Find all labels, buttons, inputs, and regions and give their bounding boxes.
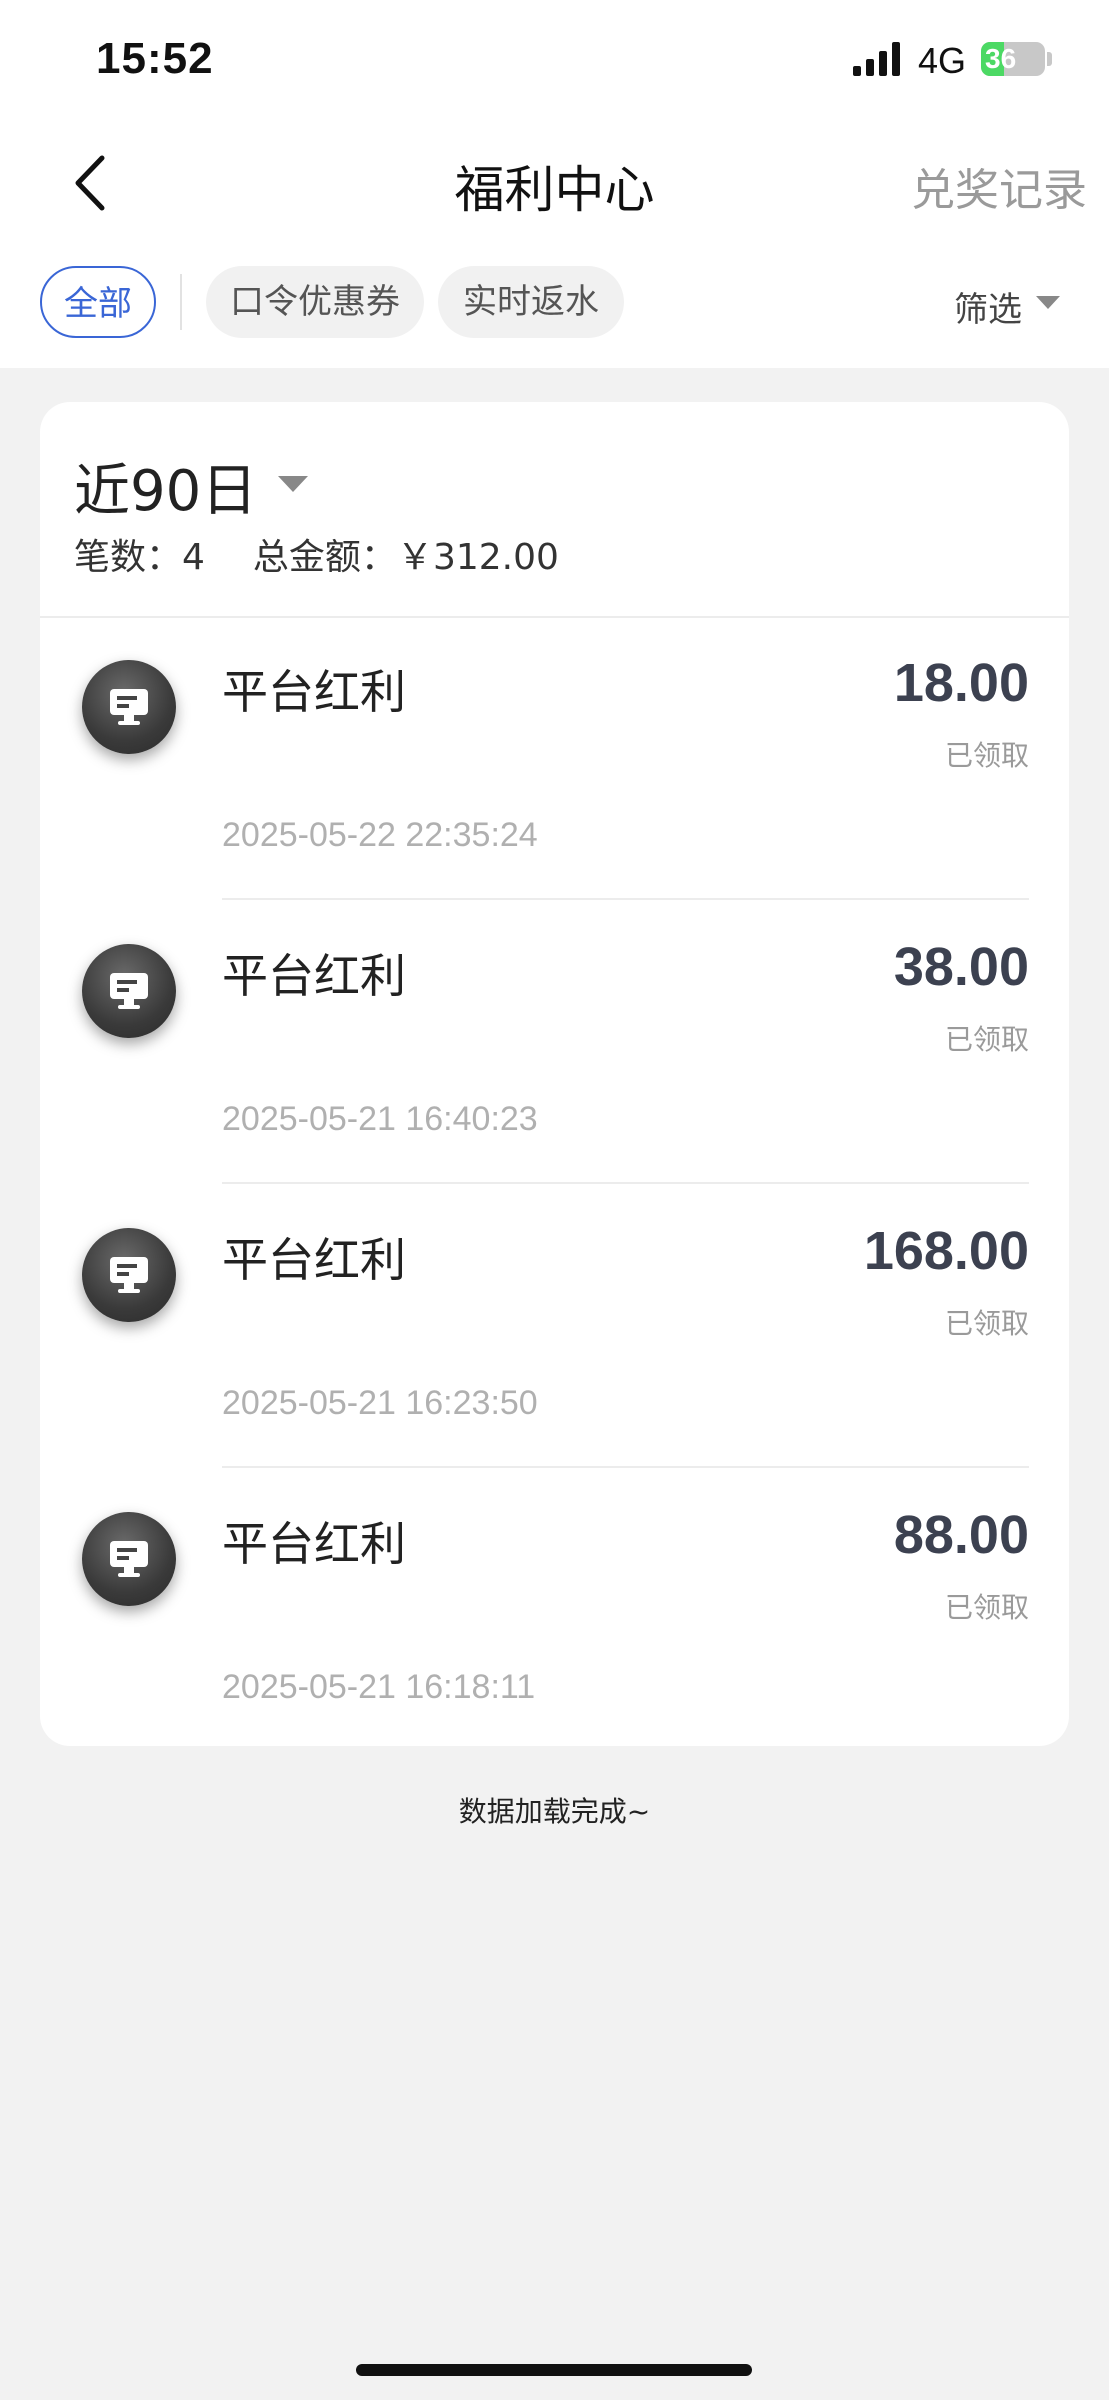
battery-icon: 36 [981, 42, 1045, 76]
battery-level: 36 [985, 43, 1017, 74]
records-card: 近90日 笔数：4 总金额：￥312.00 平台红利 18.00 已领取 2025… [40, 402, 1069, 1746]
list-item[interactable]: 平台红利 18.00 已领取 2025-05-22 22:35:24 [40, 616, 1069, 900]
status-bar: 15:52 4G 36 [0, 0, 1109, 120]
caret-down-icon[interactable] [278, 476, 308, 494]
total-label: 总金额： [252, 537, 397, 578]
signal-icon [853, 42, 900, 76]
monitor-icon [82, 660, 176, 754]
caret-down-icon[interactable] [1036, 296, 1060, 310]
record-amount: 38.00 [893, 937, 1029, 997]
monitor-icon [82, 1512, 176, 1606]
count-value: 4 [182, 537, 205, 578]
count-label: 笔数： [74, 537, 183, 578]
load-complete-text: 数据加载完成~ [458, 1795, 651, 1828]
list-item[interactable]: 平台红利 38.00 已领取 2025-05-21 16:40:23 [40, 900, 1069, 1184]
redeem-record-link[interactable]: 兑奖记录 [911, 154, 1087, 218]
filter-bar: 全部 口令优惠券 实时返水 筛选 [0, 240, 1109, 368]
tab-code-coupon[interactable]: 口令优惠券 [206, 266, 424, 338]
record-status: 已领取 [944, 739, 1029, 772]
monitor-icon [82, 1228, 176, 1322]
list-item[interactable]: 平台红利 88.00 已领取 2025-05-21 16:18:11 [40, 1468, 1069, 1746]
home-indicator[interactable] [356, 2364, 752, 2376]
nav-bar: 福利中心 兑奖记录 [0, 120, 1109, 240]
tab-all[interactable]: 全部 [40, 266, 156, 338]
filter-button[interactable]: 筛选 [954, 282, 1022, 331]
record-time: 2025-05-21 16:40:23 [222, 1100, 538, 1138]
record-title: 平台红利 [222, 1517, 406, 1571]
record-status: 已领取 [944, 1591, 1029, 1624]
record-status: 已领取 [944, 1023, 1029, 1056]
record-time: 2025-05-22 22:35:24 [222, 816, 538, 854]
list-item[interactable]: 平台红利 168.00 已领取 2025-05-21 16:23:50 [40, 1184, 1069, 1468]
record-amount: 18.00 [893, 653, 1029, 713]
summary-stats: 笔数：4 总金额：￥312.00 [74, 528, 559, 580]
tab-realtime-rebate[interactable]: 实时返水 [438, 266, 624, 338]
period-selector[interactable]: 近90日 [74, 446, 257, 527]
record-amount: 88.00 [893, 1505, 1029, 1565]
record-time: 2025-05-21 16:18:11 [222, 1668, 536, 1706]
record-status: 已领取 [944, 1307, 1029, 1340]
record-title: 平台红利 [222, 665, 406, 719]
network-label: 4G [918, 40, 967, 81]
battery-cap [1047, 52, 1052, 66]
total-value: ￥312.00 [396, 537, 559, 578]
record-time: 2025-05-21 16:23:50 [222, 1384, 538, 1422]
record-amount: 168.00 [863, 1221, 1029, 1281]
record-title: 平台红利 [222, 949, 406, 1003]
tab-divider [180, 274, 182, 330]
record-title: 平台红利 [222, 1233, 406, 1287]
monitor-icon [82, 944, 176, 1038]
status-time: 15:52 [96, 34, 214, 83]
summary-section: 近90日 笔数：4 总金额：￥312.00 [40, 402, 1069, 618]
